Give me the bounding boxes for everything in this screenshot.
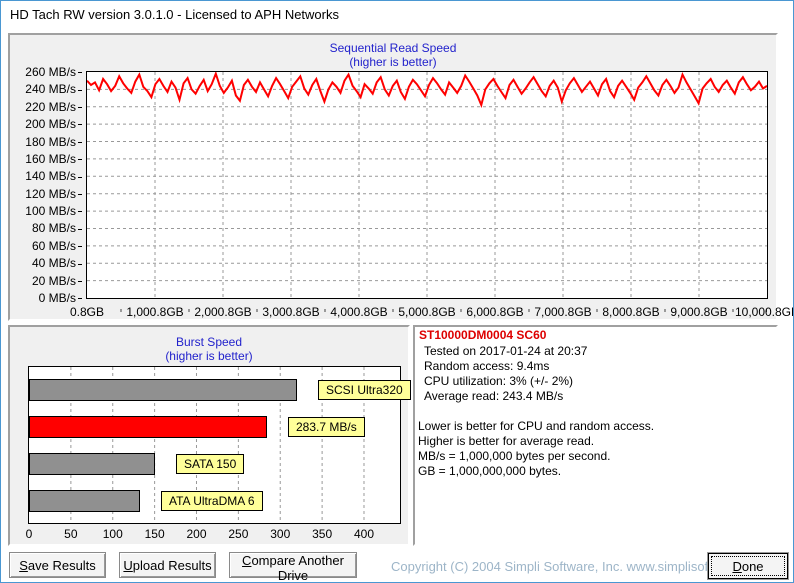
sequential-read-plot <box>86 70 768 299</box>
x-axis-label: 2,000.8GB <box>194 305 252 319</box>
x-axis-label: 4,000.8GB <box>330 305 388 319</box>
upload-results-label: Upload Results <box>123 557 212 573</box>
burst-x-axis-label: 50 <box>64 527 78 541</box>
info-cpu-utilization: CPU utilization: 3% (+/- 2%) <box>424 374 574 388</box>
burst-x-axis-label: 100 <box>102 527 123 541</box>
y-tick <box>78 141 82 143</box>
burst-bar-label: 283.7 MB/s <box>288 417 365 437</box>
info-tested-on: Tested on 2017-01-24 at 20:37 <box>424 344 588 358</box>
y-axis-label: 220 MB/s <box>10 100 82 114</box>
y-tick <box>78 72 82 74</box>
y-axis-label: 80 MB/s <box>10 221 82 235</box>
burst-x-axis-label: 300 <box>270 527 291 541</box>
x-axis-label: 9,000.8GB <box>670 305 728 319</box>
window-title: HD Tach RW version 3.0.1.0 - Licensed to… <box>10 7 339 22</box>
y-axis-label: 140 MB/s <box>10 169 82 183</box>
y-tick <box>78 211 82 213</box>
info-note-mbps: MB/s = 1,000,000 bytes per second. <box>418 449 611 463</box>
x-axis-label: 1,000.8GB <box>126 305 184 319</box>
burst-x-axis-label: 250 <box>228 527 249 541</box>
y-tick <box>78 124 82 126</box>
y-tick <box>78 263 82 265</box>
burst-x-axis-label: 350 <box>312 527 333 541</box>
burst-x-axis-label: 0 <box>25 527 33 541</box>
info-average-read: Average read: 243.4 MB/s <box>424 389 564 403</box>
y-tick <box>78 228 82 230</box>
y-tick <box>78 107 82 109</box>
y-tick <box>78 280 82 282</box>
info-note-lower: Lower is better for CPU and random acces… <box>418 419 655 433</box>
burst-bar <box>29 453 155 475</box>
y-tick <box>78 246 82 248</box>
y-axis-label: 40 MB/s <box>10 256 82 270</box>
y-axis-label: 120 MB/s <box>10 187 82 201</box>
burst-bar <box>29 379 297 401</box>
burst-bar-label: SCSI Ultra320 <box>318 380 411 400</box>
x-axis-label: 10,000.8GB <box>734 305 794 319</box>
info-random-access: Random access: 9.4ms <box>424 359 550 373</box>
x-axis-label: 3,000.8GB <box>262 305 320 319</box>
drive-name: ST10000DM0004 SC60 <box>419 328 547 342</box>
y-tick <box>78 298 82 300</box>
sequential-read-chart <box>86 70 768 298</box>
x-axis-label: 8,000.8GB <box>602 305 660 319</box>
burst-chart-subtitle: (higher is better) <box>165 349 253 363</box>
hdtach-window: HD Tach RW version 3.0.1.0 - Licensed to… <box>0 0 794 583</box>
y-axis-label: 100 MB/s <box>10 204 82 218</box>
y-axis-label: 180 MB/s <box>10 135 82 149</box>
x-axis-label: 6,000.8GB <box>466 305 524 319</box>
x-axis-label: 7,000.8GB <box>534 305 592 319</box>
y-axis-label: 240 MB/s <box>10 82 82 96</box>
sequential-chart-title: Sequential Read Speed <box>329 41 457 55</box>
y-tick <box>78 194 82 196</box>
y-tick <box>78 89 82 91</box>
burst-x-axis-label: 400 <box>353 527 374 541</box>
burst-x-axis-label: 200 <box>186 527 207 541</box>
sequential-chart-subtitle: (higher is better) <box>349 55 437 69</box>
burst-bar-label: SATA 150 <box>176 454 245 474</box>
info-note-higher: Higher is better for average read. <box>418 434 595 448</box>
y-axis-label: 20 MB/s <box>10 274 82 288</box>
x-axis-label: 5,000.8GB <box>398 305 456 319</box>
burst-bar <box>29 490 140 512</box>
y-axis-label: 160 MB/s <box>10 152 82 166</box>
x-axis-label: 0.8GB <box>69 305 105 319</box>
drive-info-panel: ST10000DM0004 SC60 Tested on 2017-01-24 … <box>413 325 778 546</box>
upload-results-button[interactable]: Upload Results <box>119 552 216 578</box>
burst-speed-plot: SCSI Ultra320 283.7 MB/s SATA 150 ATA Ultra… <box>28 366 411 524</box>
burst-bar-label: ATA UltraDMA 6 <box>161 491 263 511</box>
save-results-button[interactable]: Save Results <box>9 552 106 578</box>
compare-another-drive-button[interactable]: Compare Another Drive <box>229 552 357 582</box>
burst-x-axis-label: 150 <box>144 527 165 541</box>
compare-another-drive-label: Compare Another Drive <box>242 553 344 583</box>
burst-speed-panel: Burst Speed (higher is better) SCSI Ultr… <box>8 325 411 546</box>
save-results-label: Save Results <box>19 557 96 573</box>
info-note-gb: GB = 1,000,000,000 bytes. <box>418 464 562 478</box>
done-button[interactable]: Done <box>708 553 788 579</box>
y-tick <box>78 176 82 178</box>
burst-chart-title: Burst Speed <box>175 335 243 349</box>
y-axis-label: 200 MB/s <box>10 117 82 131</box>
burst-bar <box>29 416 267 438</box>
y-axis-label: 260 MB/s <box>10 65 82 79</box>
focus-ring <box>711 556 785 576</box>
y-axis-label: 0 MB/s <box>10 291 82 305</box>
y-tick <box>78 159 82 161</box>
sequential-x-axis-ticks <box>86 300 768 312</box>
sequential-read-panel: Sequential Read Speed (higher is better)… <box>8 33 793 321</box>
y-axis-label: 60 MB/s <box>10 239 82 253</box>
